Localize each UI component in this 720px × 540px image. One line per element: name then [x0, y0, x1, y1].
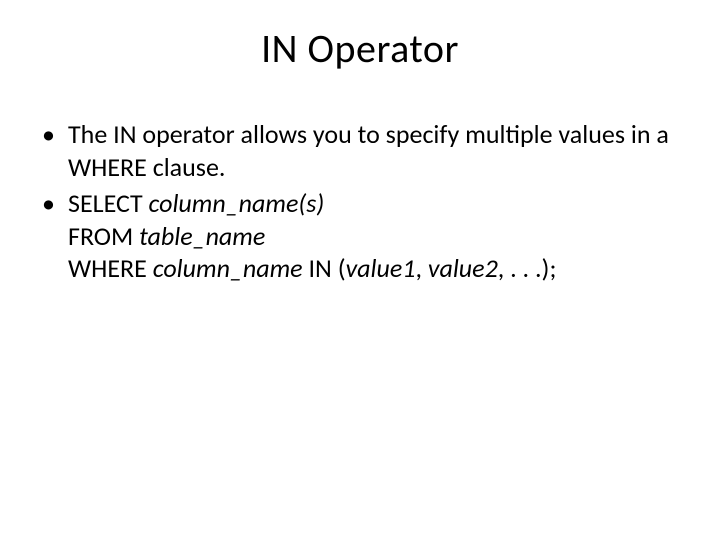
sql-tail: , . . .); — [498, 252, 557, 284]
sql-select-kw: SELECT — [68, 187, 149, 219]
bullet-item-1: The IN operator allows you to specify mu… — [36, 118, 684, 183]
bullet-list: The IN operator allows you to specify mu… — [36, 118, 684, 285]
sql-value2: value2 — [428, 252, 498, 284]
sql-where-kw: WHERE — [68, 252, 153, 284]
bullet-text-1: The IN operator allows you to specify mu… — [68, 118, 669, 183]
sql-value1: value1 — [346, 252, 416, 284]
bullet-item-2: SELECT column_name(s) FROM table_name WH… — [36, 187, 684, 285]
sql-where-col: column_name — [153, 252, 303, 284]
slide-body: The IN operator allows you to specify mu… — [36, 118, 684, 289]
slide: IN Operator The IN operator allows you t… — [0, 0, 720, 540]
sql-table: table_name — [139, 220, 265, 252]
sql-columns: column_name(s) — [149, 187, 325, 219]
sql-from-kw: FROM — [68, 220, 139, 252]
sql-comma1: , — [415, 252, 427, 284]
slide-title: IN Operator — [0, 24, 720, 73]
sql-in-kw: IN ( — [303, 252, 346, 284]
